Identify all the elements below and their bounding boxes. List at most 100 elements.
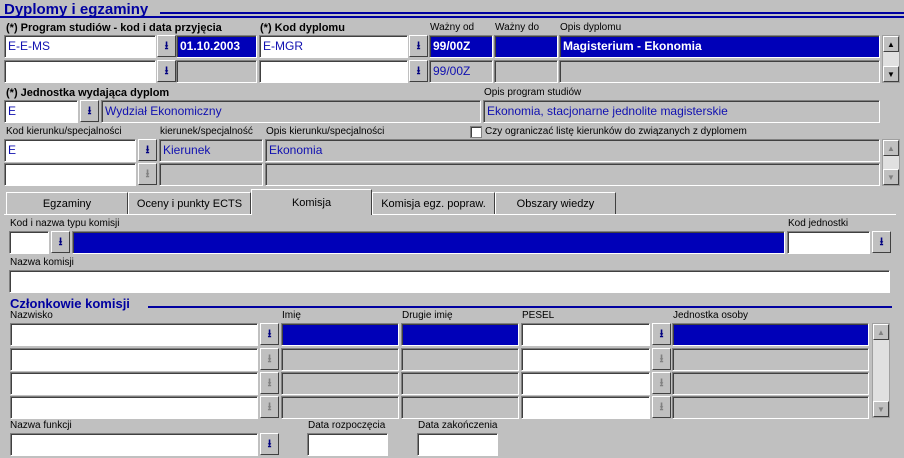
diploma-code-field-2[interactable] bbox=[259, 60, 408, 83]
member-unit-lookup-button[interactable]: ⭳ bbox=[652, 323, 671, 345]
member-first-name-field bbox=[281, 323, 399, 346]
col-unit: Jednostka osoby bbox=[673, 310, 749, 321]
down-arrow-lookup-icon: ⭳ bbox=[659, 327, 664, 340]
scroll-up-icon[interactable]: ▲ bbox=[883, 36, 899, 52]
scroll-down-icon[interactable]: ▼ bbox=[883, 66, 899, 82]
col-surname: Nazwisko bbox=[10, 310, 53, 321]
direction-lookup-button-2[interactable]: ⭳ bbox=[138, 163, 157, 185]
member-second-name-field bbox=[401, 348, 519, 371]
tab-komisja[interactable]: Komisja bbox=[251, 189, 372, 215]
diploma-valid-from-field-2: 99/00Z bbox=[429, 60, 493, 83]
program-lookup-button-2[interactable]: ⭳ bbox=[157, 60, 176, 82]
scroll-up-icon[interactable]: ▲ bbox=[873, 324, 889, 340]
member-second-name-field bbox=[401, 396, 519, 419]
program-desc-field: Ekonomia, stacjonarne jednolite magister… bbox=[483, 100, 880, 123]
member-surname-field[interactable] bbox=[10, 396, 258, 419]
member-surname-field[interactable] bbox=[10, 323, 258, 346]
commission-unit-field[interactable] bbox=[787, 231, 870, 254]
program-desc-label: Opis program studiów bbox=[484, 87, 582, 98]
member-pesel-field[interactable] bbox=[521, 323, 650, 346]
down-arrow-lookup-icon: ⭳ bbox=[267, 437, 272, 450]
unit-lookup-button[interactable]: ⭳ bbox=[80, 100, 99, 122]
program-label: (*) Program studiów - kod i data przyjęc… bbox=[6, 22, 222, 34]
program-date-field-2 bbox=[176, 60, 257, 83]
direction-scrollbar[interactable]: ▲ ▼ bbox=[882, 139, 900, 186]
diploma-valid-to-field[interactable] bbox=[494, 35, 558, 58]
diploma-desc-field-2 bbox=[559, 60, 880, 83]
down-arrow-lookup-icon: ⭳ bbox=[164, 39, 169, 52]
program-lookup-button[interactable]: ⭳ bbox=[157, 35, 176, 57]
title-underline bbox=[160, 12, 904, 14]
member-lookup-button[interactable]: ⭳ bbox=[260, 323, 279, 345]
member-first-name-field bbox=[281, 372, 399, 395]
member-surname-field[interactable] bbox=[10, 372, 258, 395]
scroll-down-icon[interactable]: ▼ bbox=[873, 401, 889, 417]
diploma-code-label: (*) Kod dyplomu bbox=[260, 22, 345, 34]
limit-directions-label: Czy ograniczać listę kierunków do związa… bbox=[485, 126, 747, 137]
direction-code-field-2[interactable] bbox=[4, 163, 136, 186]
scroll-up-icon[interactable]: ▲ bbox=[883, 140, 899, 156]
program-code-field[interactable]: E-E-MS bbox=[4, 35, 156, 58]
down-arrow-lookup-icon: ⭳ bbox=[87, 104, 92, 117]
commission-type-code-field[interactable] bbox=[9, 231, 49, 254]
direction-lookup-button[interactable]: ⭳ bbox=[138, 139, 157, 161]
tab-obszary[interactable]: Obszary wiedzy bbox=[495, 192, 616, 214]
member-surname-field[interactable] bbox=[10, 348, 258, 371]
direction-desc-field: Ekonomia bbox=[265, 139, 880, 162]
down-arrow-lookup-icon: ⭳ bbox=[164, 64, 169, 77]
member-lookup-button[interactable]: ⭳ bbox=[260, 372, 279, 394]
tab-panel-border bbox=[4, 214, 896, 215]
function-lookup-button[interactable]: ⭳ bbox=[260, 433, 279, 455]
member-pesel-field[interactable] bbox=[521, 396, 650, 419]
diploma-valid-from-field[interactable]: 99/00Z bbox=[429, 35, 493, 58]
commission-type-lookup-button[interactable]: ⭳ bbox=[51, 231, 70, 253]
commission-unit-label: Kod jednostki bbox=[788, 218, 849, 229]
direction-code-field[interactable]: E bbox=[4, 139, 136, 162]
down-arrow-lookup-icon: ⭳ bbox=[145, 167, 150, 180]
member-lookup-button[interactable]: ⭳ bbox=[260, 348, 279, 370]
program-code-field-2[interactable] bbox=[4, 60, 156, 83]
unit-label: (*) Jednostka wydająca dyplom bbox=[6, 87, 170, 99]
member-unit-lookup-button[interactable]: ⭳ bbox=[652, 372, 671, 394]
commission-unit-lookup-button[interactable]: ⭳ bbox=[872, 231, 891, 253]
direction-desc-field-2 bbox=[265, 163, 880, 186]
diploma-lookup-button[interactable]: ⭳ bbox=[409, 35, 428, 57]
tab-komisja-popraw[interactable]: Komisja egz. popraw. bbox=[372, 192, 495, 214]
member-first-name-field bbox=[281, 348, 399, 371]
diploma-scrollbar[interactable]: ▲ ▼ bbox=[882, 35, 900, 83]
diploma-desc-field[interactable]: Magisterium - Ekonomia bbox=[559, 35, 880, 58]
down-arrow-lookup-icon: ⭳ bbox=[879, 235, 884, 248]
direction-code-label: Kod kierunku/specjalności bbox=[6, 126, 122, 137]
tab-egzaminy[interactable]: Egzaminy bbox=[6, 192, 128, 214]
start-date-field[interactable] bbox=[307, 433, 388, 456]
down-arrow-lookup-icon: ⭳ bbox=[416, 64, 421, 77]
commission-name-field[interactable] bbox=[9, 270, 890, 293]
down-arrow-lookup-icon: ⭳ bbox=[267, 327, 272, 340]
member-unit-field bbox=[672, 323, 869, 346]
tab-oceny[interactable]: Oceny i punkty ECTS bbox=[128, 192, 251, 214]
program-date-field[interactable]: 01.10.2003 bbox=[176, 35, 257, 58]
members-title: Członkowie komisji bbox=[10, 296, 130, 311]
end-date-field[interactable] bbox=[417, 433, 498, 456]
member-pesel-field[interactable] bbox=[521, 372, 650, 395]
function-field[interactable] bbox=[10, 433, 258, 456]
unit-code-field[interactable]: E bbox=[4, 100, 78, 123]
down-arrow-lookup-icon: ⭳ bbox=[267, 400, 272, 413]
down-arrow-lookup-icon: ⭳ bbox=[416, 39, 421, 52]
members-scrollbar[interactable]: ▲ ▼ bbox=[872, 323, 890, 418]
diploma-desc-label: Opis dyplomu bbox=[560, 22, 622, 33]
member-unit-lookup-button[interactable]: ⭳ bbox=[652, 348, 671, 370]
title-divider bbox=[0, 16, 904, 18]
diploma-lookup-button-2[interactable]: ⭳ bbox=[409, 60, 428, 82]
diploma-code-field[interactable]: E-MGR bbox=[259, 35, 408, 58]
member-unit-lookup-button[interactable]: ⭳ bbox=[652, 396, 671, 418]
commission-type-name-field[interactable] bbox=[72, 231, 785, 254]
limit-directions-checkbox[interactable] bbox=[470, 126, 482, 138]
members-title-underline bbox=[148, 306, 892, 308]
direction-desc-label: Opis kierunku/specjalności bbox=[266, 126, 385, 137]
member-lookup-button[interactable]: ⭳ bbox=[260, 396, 279, 418]
direction-type-field: Kierunek bbox=[159, 139, 263, 162]
member-pesel-field[interactable] bbox=[521, 348, 650, 371]
commission-type-label: Kod i nazwa typu komisji bbox=[10, 218, 120, 229]
scroll-down-icon[interactable]: ▼ bbox=[883, 169, 899, 185]
